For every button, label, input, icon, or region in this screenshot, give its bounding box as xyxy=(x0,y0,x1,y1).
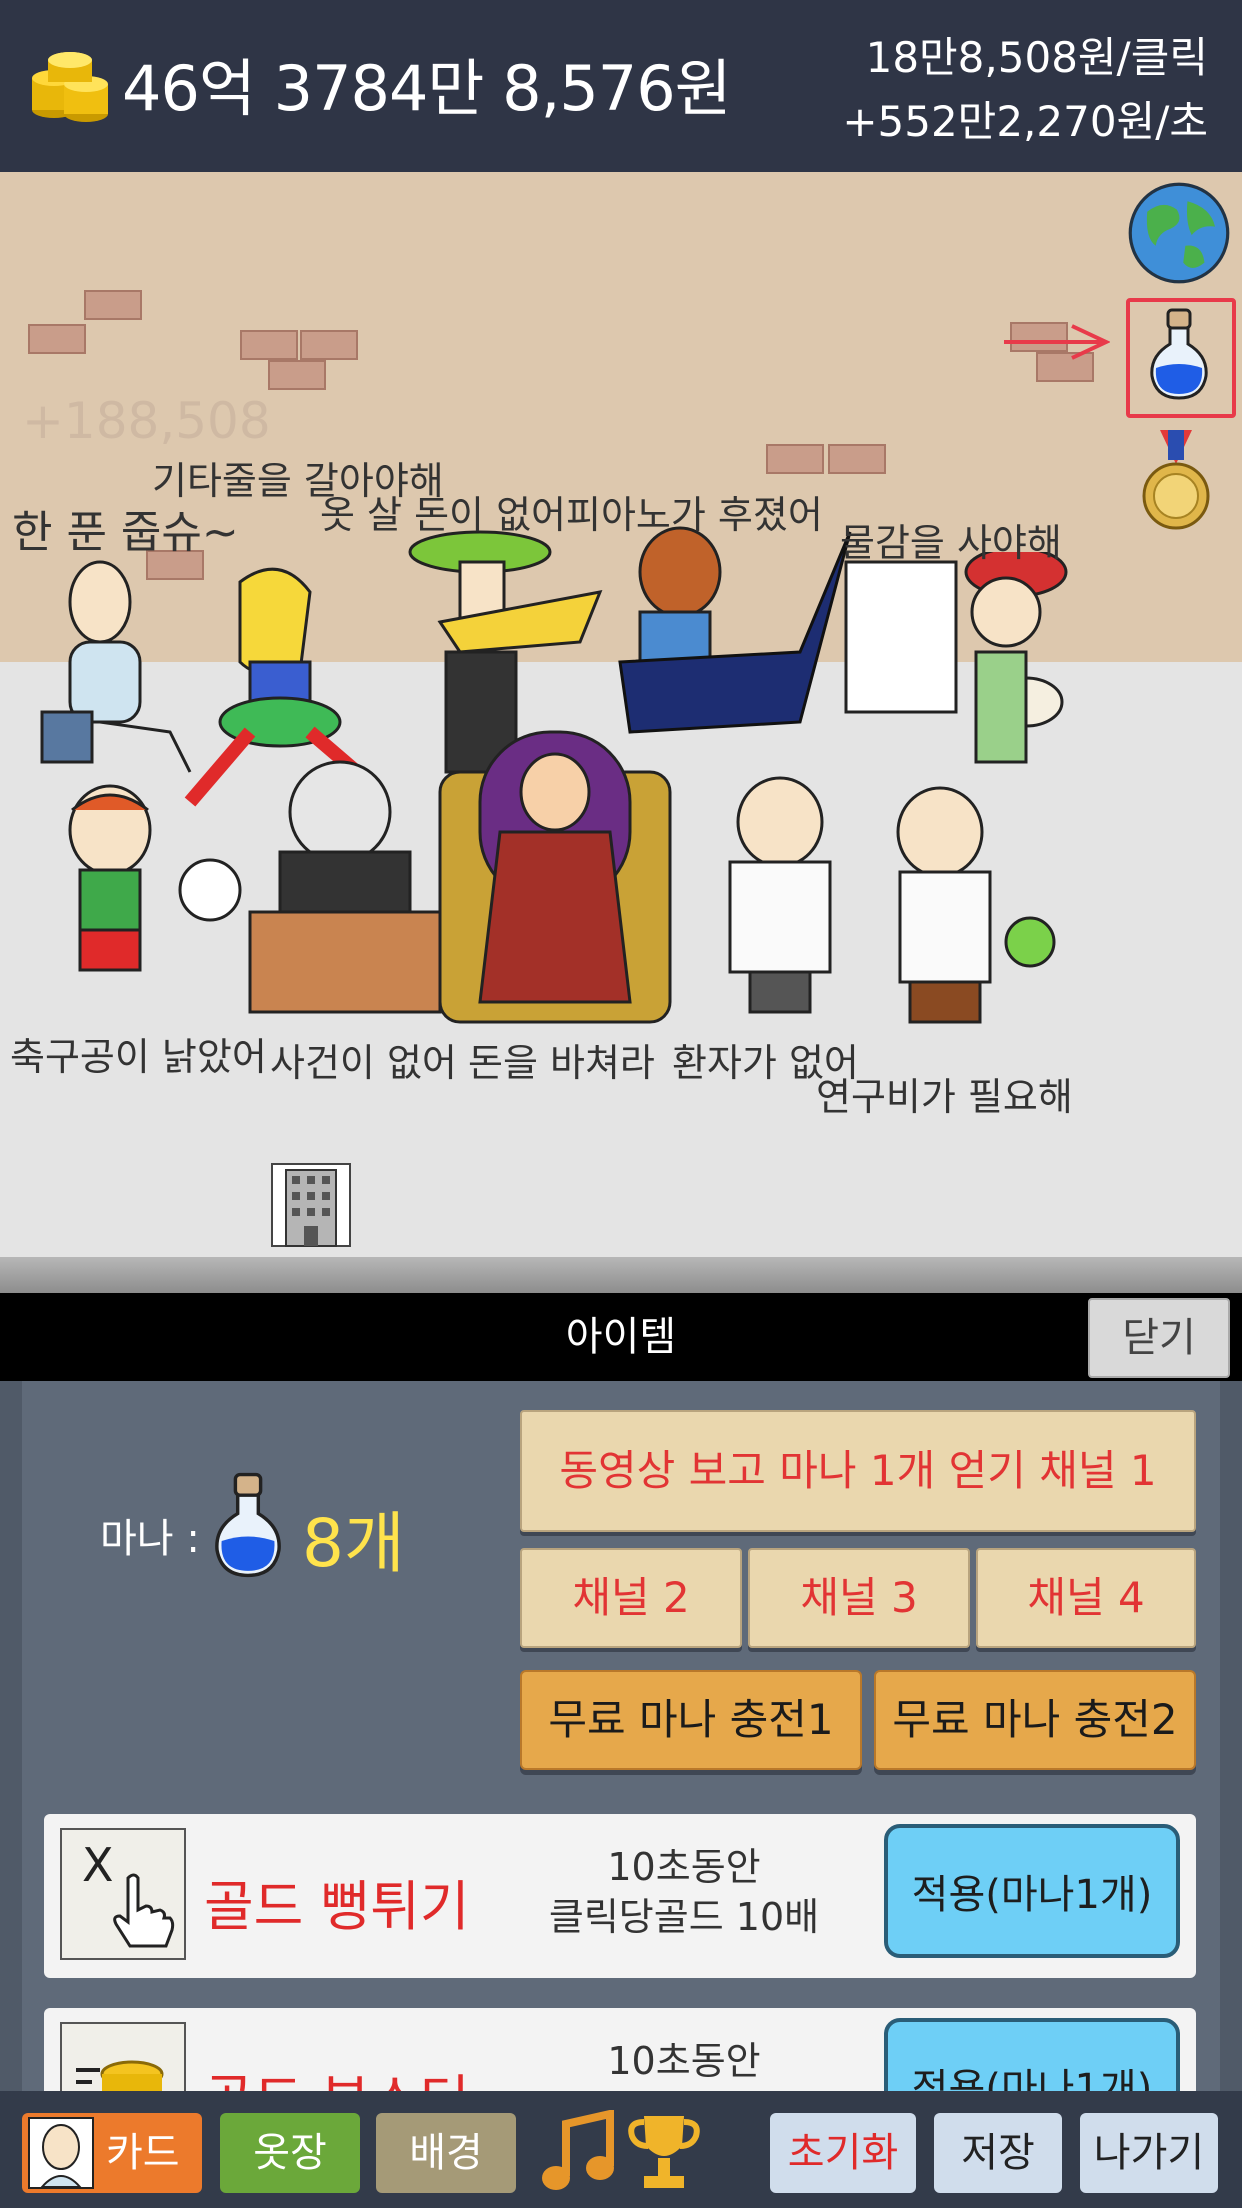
wall-brick xyxy=(828,444,886,474)
scene-divider xyxy=(0,1257,1242,1293)
music-note-icon[interactable] xyxy=(540,2110,620,2196)
card-button[interactable]: 카드 xyxy=(22,2113,202,2193)
item-description: 10초동안 클릭당골드 10배 xyxy=(524,1842,844,1942)
scientist-character[interactable] xyxy=(840,782,1070,1032)
card-label: 카드 xyxy=(106,2130,180,2176)
speech-beggar: 한 푼 줍슈~ xyxy=(12,507,239,558)
wall-brick xyxy=(766,444,824,474)
exit-button[interactable]: 나가기 xyxy=(1080,2113,1218,2193)
avatar-card-icon xyxy=(28,2117,94,2189)
total-gold-amount: 46억 3784만 8,576원 xyxy=(122,52,732,125)
wall-brick xyxy=(300,330,358,360)
floating-gold-text: +188,508 xyxy=(22,392,271,450)
speech-painter: 물감을 사야해 xyxy=(840,521,1062,565)
item-name: 골드 부스터 xyxy=(204,2056,470,2091)
close-button[interactable]: 닫기 xyxy=(1088,1298,1230,1378)
item-list-clip: 골드 부스터 10초동안 적용(마나1개) xyxy=(0,2008,1242,2091)
gold-per-click: 18만8,508원/클릭 xyxy=(865,33,1208,82)
free-mana-charge2-button[interactable]: 무료 마나 충전2 xyxy=(874,1670,1196,1770)
wall-brick xyxy=(84,290,142,320)
speech-scientist: 연구비가 필요해 xyxy=(816,1075,1073,1119)
red-arrow-icon xyxy=(1004,324,1110,360)
medal-icon[interactable] xyxy=(1140,430,1212,534)
painter-character[interactable] xyxy=(836,552,1076,802)
background-button[interactable]: 배경 xyxy=(376,2113,516,2193)
save-button[interactable]: 저장 xyxy=(934,2113,1062,2193)
pointer-hand-icon xyxy=(113,1873,175,1948)
wardrobe-button[interactable]: 옷장 xyxy=(220,2113,360,2193)
soccer-character[interactable] xyxy=(0,780,250,1030)
judge-character[interactable] xyxy=(240,752,450,1022)
speech-fashion: 옷 살 돈이 없어 xyxy=(320,493,566,537)
gold-booster-icon xyxy=(60,2022,186,2091)
mana-potion-icon xyxy=(1150,308,1208,400)
item-name: 골드 뻥튀기 xyxy=(204,1875,470,1938)
trophy-icon[interactable] xyxy=(626,2110,702,2196)
item-desc-line2: 클릭당골드 10배 xyxy=(548,1895,820,1939)
wall-brick xyxy=(28,324,86,354)
reset-button[interactable]: 초기화 xyxy=(770,2113,916,2193)
channel4-button[interactable]: 채널 4 xyxy=(976,1548,1196,1648)
tap-hand-icon: X xyxy=(60,1828,186,1960)
globe-icon[interactable] xyxy=(1126,180,1232,286)
channel2-button[interactable]: 채널 2 xyxy=(520,1548,742,1648)
coins-boost-icon xyxy=(76,2060,164,2091)
item-row-gold-booster: 골드 부스터 10초동안 적용(마나1개) xyxy=(44,2008,1196,2091)
speech-king: 돈을 바쳐라 xyxy=(468,1041,655,1085)
item-row-gold-multiplier: X 골드 뻥튀기 10초동안 클릭당골드 10배 적용(마나1개) xyxy=(44,1814,1196,1978)
item-desc-line1: 10초동안 xyxy=(607,2039,761,2083)
wall-brick xyxy=(240,330,298,360)
mana-label: 마나 : xyxy=(100,1516,200,1562)
speech-pianist: 피아노가 후졌어 xyxy=(566,493,823,537)
wall-brick xyxy=(268,360,326,390)
item-desc-line1: 10초동안 xyxy=(607,1845,761,1889)
building-icon[interactable] xyxy=(270,1162,352,1248)
speech-soccer: 축구공이 낡았어 xyxy=(10,1035,267,1079)
free-mana-charge1-button[interactable]: 무료 마나 충전1 xyxy=(520,1670,862,1770)
apply-item-button[interactable]: 적용(마나1개) xyxy=(884,2018,1180,2091)
item-description: 10초동안 xyxy=(524,2036,844,2086)
mana-potion-icon xyxy=(215,1472,281,1578)
mana-count: 8개 xyxy=(302,1505,405,1582)
game-scene[interactable]: +188,508 한 푼 줍슈~ 기타줄을 갈아야해 옷 살 돈이 없어 피아노… xyxy=(0,172,1242,1257)
gold-per-second: +552만2,270원/초 xyxy=(842,97,1208,146)
item-panel-title: 아이템 xyxy=(565,1314,677,1360)
speech-judge: 사건이 없어 xyxy=(270,1041,457,1085)
gold-coins-icon xyxy=(32,52,108,122)
channel3-button[interactable]: 채널 3 xyxy=(748,1548,970,1648)
apply-item-button[interactable]: 적용(마나1개) xyxy=(884,1824,1180,1958)
watch-video-channel1-button[interactable]: 동영상 보고 마나 1개 얻기 채널 1 xyxy=(520,1410,1196,1532)
king-character[interactable] xyxy=(430,692,680,1032)
